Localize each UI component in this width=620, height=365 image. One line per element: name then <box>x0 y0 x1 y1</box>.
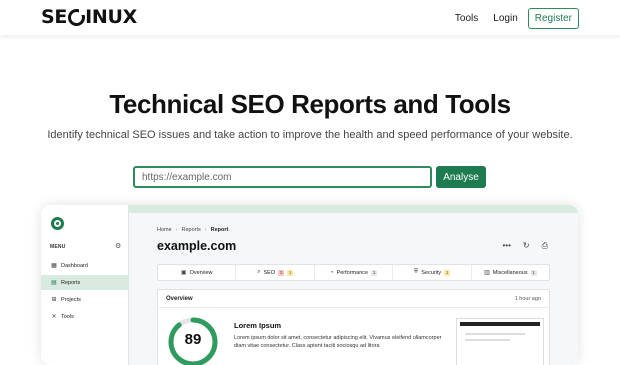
search-icon: ⌕ <box>257 269 261 275</box>
register-button[interactable]: Register <box>527 8 579 29</box>
reports-icon: ▤ <box>51 280 57 286</box>
thumbnail-navbar <box>460 322 540 326</box>
website-screenshot-thumbnail <box>456 318 544 365</box>
tab-performance[interactable]: ◔ Performance 1 <box>315 265 394 280</box>
tab-label: Overview <box>189 269 213 276</box>
sidebar-item-label: Projects <box>61 296 81 303</box>
tab-overview[interactable]: ▣ Overview <box>158 265 237 280</box>
more-options-icon[interactable]: ••• <box>502 241 510 251</box>
overview-card: Overview 1 hour ago 89 Lorem Ipsum Lorem… <box>157 289 550 365</box>
logo-o-mark <box>67 7 86 26</box>
count-badge: 1 <box>371 269 378 276</box>
menu-label: MENU <box>50 244 66 250</box>
dashboard-icon: ▦ <box>51 263 57 269</box>
url-input[interactable] <box>133 166 432 188</box>
count-badge: 1 <box>530 269 537 276</box>
app-logo-icon <box>51 217 64 230</box>
sidebar: MENU ⚙ ▦ Dashboard ▤ Reports ⊞ Projects … <box>41 205 129 365</box>
logo[interactable]: SE INUX <box>41 6 137 28</box>
tab-security[interactable]: ⛨ Security 1 <box>393 265 472 280</box>
warning-count-badge: 1 <box>287 269 294 276</box>
hero-subtitle: Identify technical SEO issues and take a… <box>47 129 573 141</box>
overview-icon: ▣ <box>180 270 187 276</box>
sidebar-item-projects[interactable]: ⊞ Projects <box>41 292 129 307</box>
tab-label: Miscellaneous <box>492 269 528 276</box>
report-title: example.com <box>157 239 237 253</box>
thumbnail-line <box>465 333 525 335</box>
breadcrumb-separator-icon: › <box>204 227 207 233</box>
app-preview: MENU ⚙ ▦ Dashboard ▤ Reports ⊞ Projects … <box>41 205 578 365</box>
tab-label: Security <box>421 269 442 276</box>
tab-seo[interactable]: ⌕ SEO 3 1 <box>236 265 315 280</box>
breadcrumb: Home › Reports › Report <box>157 227 232 233</box>
overview-card-header: Overview 1 hour ago <box>158 290 549 308</box>
summary-heading: Lorem Ipsum <box>234 321 282 330</box>
sidebar-item-reports[interactable]: ▤ Reports <box>41 275 129 290</box>
top-navigation: SE INUX Tools Login Register <box>0 0 620 35</box>
nav-login-link[interactable]: Login <box>493 13 517 24</box>
tab-label: SEO <box>263 269 276 276</box>
breadcrumb-current: Report <box>210 227 229 233</box>
breadcrumb-reports[interactable]: Reports <box>182 227 201 233</box>
last-updated-time: 1 hour ago <box>514 295 541 302</box>
tools-icon: ✕ <box>51 314 57 320</box>
breadcrumb-separator-icon: › <box>175 227 178 233</box>
sidebar-item-tools[interactable]: ✕ Tools <box>41 309 129 324</box>
report-tabs: ▣ Overview ⌕ SEO 3 1 ◔ Performance 1 ⛨ S… <box>157 264 550 281</box>
hero-title: Technical SEO Reports and Tools <box>109 89 511 119</box>
error-count-badge: 3 <box>278 269 285 276</box>
tab-miscellaneous[interactable]: ▥ Miscellaneous 1 <box>472 265 549 280</box>
warning-count-badge: 1 <box>444 269 451 276</box>
nav-links: Tools Login Register <box>440 8 579 29</box>
logo-text-right: INUX <box>85 6 137 28</box>
sidebar-item-label: Tools <box>61 313 74 320</box>
sidebar-item-label: Dashboard <box>61 262 88 269</box>
sidebar-item-dashboard[interactable]: ▦ Dashboard <box>41 258 129 273</box>
nav-tools-link[interactable]: Tools <box>455 13 478 24</box>
thumbnail-line <box>465 339 510 341</box>
report-main: Home › Reports › Report example.com ••• … <box>129 213 578 365</box>
sidebar-item-label: Reports <box>61 279 81 286</box>
analyse-button[interactable]: Analyse <box>436 166 486 188</box>
security-icon: ⛨ <box>413 269 419 275</box>
projects-icon: ⊞ <box>51 297 57 303</box>
refresh-icon[interactable]: ↻ <box>523 241 530 251</box>
overview-card-title: Overview <box>166 295 193 302</box>
report-actions: ••• ↻ ⎙ <box>502 241 548 251</box>
score-value: 89 <box>184 331 202 348</box>
logo-text-left: SE <box>41 6 68 28</box>
breadcrumb-home[interactable]: Home <box>157 227 172 233</box>
preview-header-strip <box>129 205 578 213</box>
summary-text: Lorem ipsum dolor sit amet, consectetur … <box>234 335 442 349</box>
tab-label: Performance <box>336 269 369 276</box>
print-icon[interactable]: ⎙ <box>542 241 548 251</box>
settings-icon[interactable]: ⚙ <box>115 242 121 250</box>
miscellaneous-icon: ▥ <box>484 270 490 276</box>
performance-icon: ◔ <box>329 269 334 276</box>
